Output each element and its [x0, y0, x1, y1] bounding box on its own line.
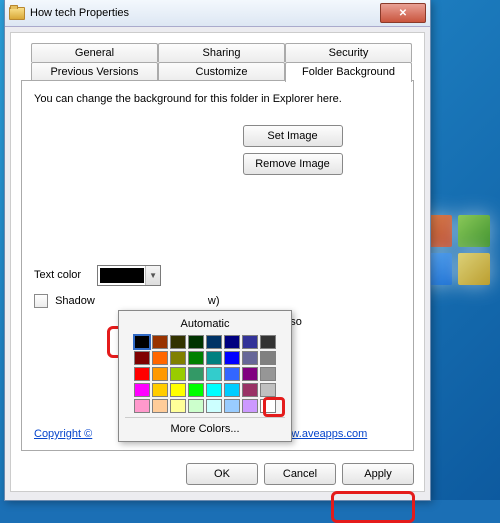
- chevron-down-icon: ▼: [145, 266, 160, 285]
- color-swatch[interactable]: [224, 351, 240, 365]
- color-swatch[interactable]: [188, 367, 204, 381]
- copyright-link[interactable]: Copyright ©: [34, 428, 92, 440]
- color-swatch[interactable]: [188, 335, 204, 349]
- tab-previous-versions[interactable]: Previous Versions: [31, 62, 158, 81]
- color-swatch[interactable]: [224, 335, 240, 349]
- apply-button[interactable]: Apply: [342, 463, 414, 485]
- tab-security[interactable]: Security: [285, 43, 412, 62]
- color-swatch[interactable]: [152, 399, 168, 413]
- color-swatch[interactable]: [242, 351, 258, 365]
- color-swatch[interactable]: [224, 383, 240, 397]
- color-swatch[interactable]: [170, 351, 186, 365]
- color-swatch[interactable]: [170, 335, 186, 349]
- color-swatch[interactable]: [260, 367, 276, 381]
- color-swatch[interactable]: [206, 351, 222, 365]
- tab-general[interactable]: General: [31, 43, 158, 62]
- tab-strip: General Sharing Security Previous Versio…: [21, 43, 414, 81]
- remove-image-button[interactable]: Remove Image: [243, 153, 343, 175]
- color-swatch[interactable]: [242, 399, 258, 413]
- color-swatch[interactable]: [188, 351, 204, 365]
- color-swatch[interactable]: [260, 351, 276, 365]
- color-swatch[interactable]: [134, 383, 150, 397]
- automatic-option[interactable]: Automatic: [125, 315, 285, 335]
- color-grid: [125, 335, 285, 413]
- text-color-combo[interactable]: ▼: [97, 265, 161, 286]
- text-color-label: Text color: [34, 269, 94, 281]
- tab-sharing[interactable]: Sharing: [158, 43, 285, 62]
- color-swatch-current: [100, 268, 144, 283]
- color-swatch[interactable]: [134, 335, 150, 349]
- color-swatch[interactable]: [134, 351, 150, 365]
- shadow-label: Shadow: [55, 295, 95, 307]
- highlight-apply: [331, 491, 415, 523]
- cancel-button[interactable]: Cancel: [264, 463, 336, 485]
- folder-icon: [9, 7, 25, 20]
- color-swatch[interactable]: [134, 367, 150, 381]
- shadow-checkbox[interactable]: [34, 294, 48, 308]
- close-button[interactable]: ✕: [380, 3, 426, 23]
- color-swatch[interactable]: [152, 351, 168, 365]
- color-swatch[interactable]: [206, 367, 222, 381]
- color-swatch[interactable]: [170, 383, 186, 397]
- color-swatch[interactable]: [206, 335, 222, 349]
- color-swatch[interactable]: [242, 335, 258, 349]
- shadow-text-fragment: w): [208, 295, 220, 307]
- more-colors-option[interactable]: More Colors...: [125, 417, 285, 437]
- color-picker-popup: Automatic More Colors...: [118, 310, 292, 442]
- set-image-button[interactable]: Set Image: [243, 125, 343, 147]
- color-swatch[interactable]: [242, 367, 258, 381]
- color-swatch[interactable]: [224, 399, 240, 413]
- tab-folder-background[interactable]: Folder Background: [285, 62, 412, 82]
- color-swatch[interactable]: [206, 399, 222, 413]
- color-swatch[interactable]: [260, 383, 276, 397]
- color-swatch[interactable]: [152, 367, 168, 381]
- color-swatch[interactable]: [170, 399, 186, 413]
- color-swatch[interactable]: [170, 367, 186, 381]
- dialog-button-bar: OK Cancel Apply: [186, 463, 414, 485]
- color-swatch[interactable]: [152, 335, 168, 349]
- color-swatch[interactable]: [206, 383, 222, 397]
- tab-customize[interactable]: Customize: [158, 62, 285, 81]
- color-swatch[interactable]: [134, 399, 150, 413]
- color-swatch[interactable]: [188, 383, 204, 397]
- color-swatch[interactable]: [260, 399, 276, 413]
- color-swatch[interactable]: [152, 383, 168, 397]
- color-swatch[interactable]: [260, 335, 276, 349]
- titlebar[interactable]: How tech Properties ✕: [5, 0, 430, 27]
- color-swatch[interactable]: [224, 367, 240, 381]
- window-title: How tech Properties: [30, 7, 380, 19]
- description-text: You can change the background for this f…: [34, 93, 401, 105]
- color-swatch[interactable]: [242, 383, 258, 397]
- desktop-background: How tech Properties ✕ General Sharing Se…: [0, 0, 500, 500]
- ok-button[interactable]: OK: [186, 463, 258, 485]
- color-swatch[interactable]: [188, 399, 204, 413]
